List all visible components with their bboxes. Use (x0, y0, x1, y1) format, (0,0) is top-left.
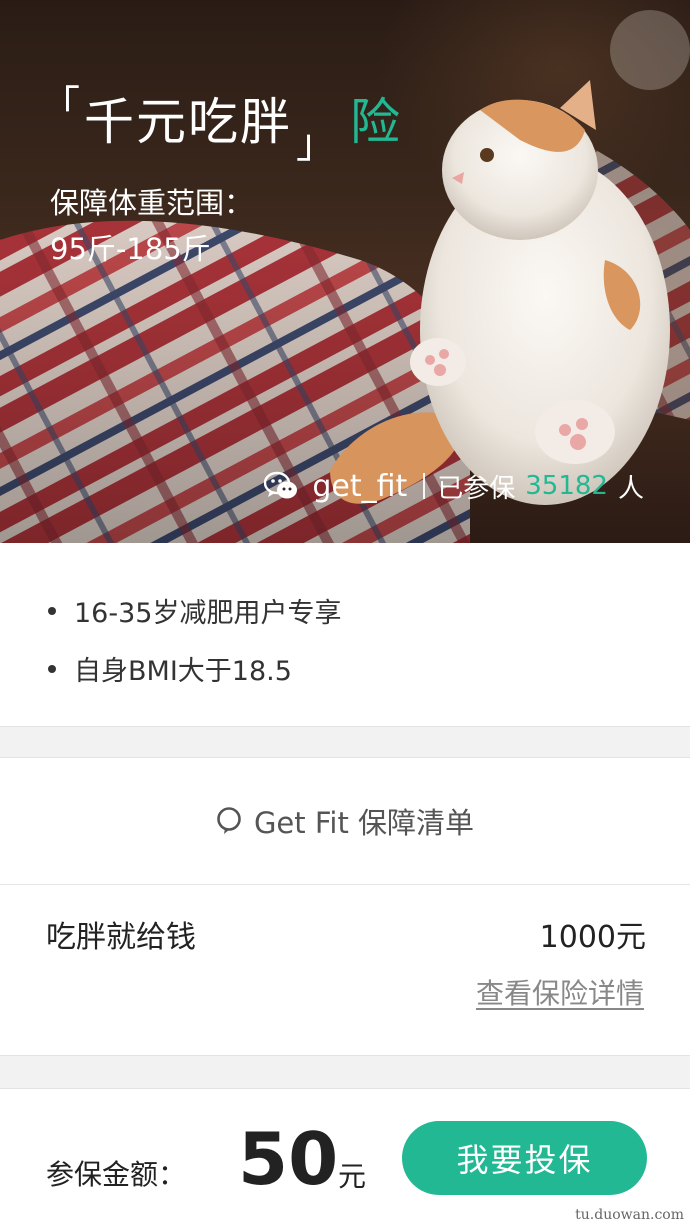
cat-photo (0, 10, 690, 543)
eligibility-list: 16-35岁减肥用户专享 自身BMI大于18.5 (0, 543, 690, 727)
list-item: 16-35岁减肥用户专享 (48, 591, 341, 630)
title-accent: 险 (350, 93, 400, 151)
hero-title: 「 千元吃胖 」 险 (40, 86, 400, 164)
coverage-section: Get Fit 保障清单 吃胖就给钱 1000元 查看保险详情 (0, 757, 690, 1056)
divider (423, 473, 426, 499)
list-item-text: 16-35岁减肥用户专享 (74, 598, 342, 629)
price-label: 参保金额： (46, 1158, 187, 1191)
buy-insurance-button[interactable]: 我要投保 (402, 1121, 647, 1195)
watermark: tu.duowan.com (575, 1207, 684, 1223)
joined-count: 35182 (525, 471, 608, 501)
weight-range-label: 保障体重范围： (50, 186, 254, 220)
list-item-text: 自身BMI大于18.5 (74, 656, 292, 687)
price-value: 50 (238, 1117, 339, 1201)
chat-bubble-icon (217, 807, 241, 834)
title-bracket-close: 」 (296, 121, 336, 167)
social-info: get_fit 已参保 35182 人 (264, 466, 644, 506)
list-item: 自身BMI大于18.5 (48, 649, 292, 688)
joined-label: 已参保 (437, 473, 516, 504)
coverage-header: Get Fit 保障清单 (0, 758, 690, 885)
hero-banner: 「 千元吃胖 」 险 保障体重范围： 95斤-185斤 get_fit 已参保 … (0, 0, 690, 543)
title-bracket-open: 「 (40, 83, 80, 129)
joined-unit: 人 (617, 473, 644, 504)
bullet-icon (48, 664, 56, 673)
title-main: 千元吃胖 (84, 93, 292, 151)
coverage-title: Get Fit 保障清单 (253, 806, 475, 840)
price-unit: 元 (338, 1160, 367, 1193)
weight-range-value: 95斤-185斤 (50, 232, 211, 266)
view-details-link[interactable]: 查看保险详情 (476, 972, 644, 1012)
wechat-icon (264, 471, 298, 499)
coverage-item-amount: 1000元 (539, 920, 646, 955)
account-handle: get_fit (312, 468, 408, 504)
bullet-icon (48, 606, 56, 615)
coverage-item-name: 吃胖就给钱 (46, 920, 196, 955)
purchase-bar: 参保金额： 50 元 我要投保 tu.duowan.com (0, 1088, 690, 1227)
